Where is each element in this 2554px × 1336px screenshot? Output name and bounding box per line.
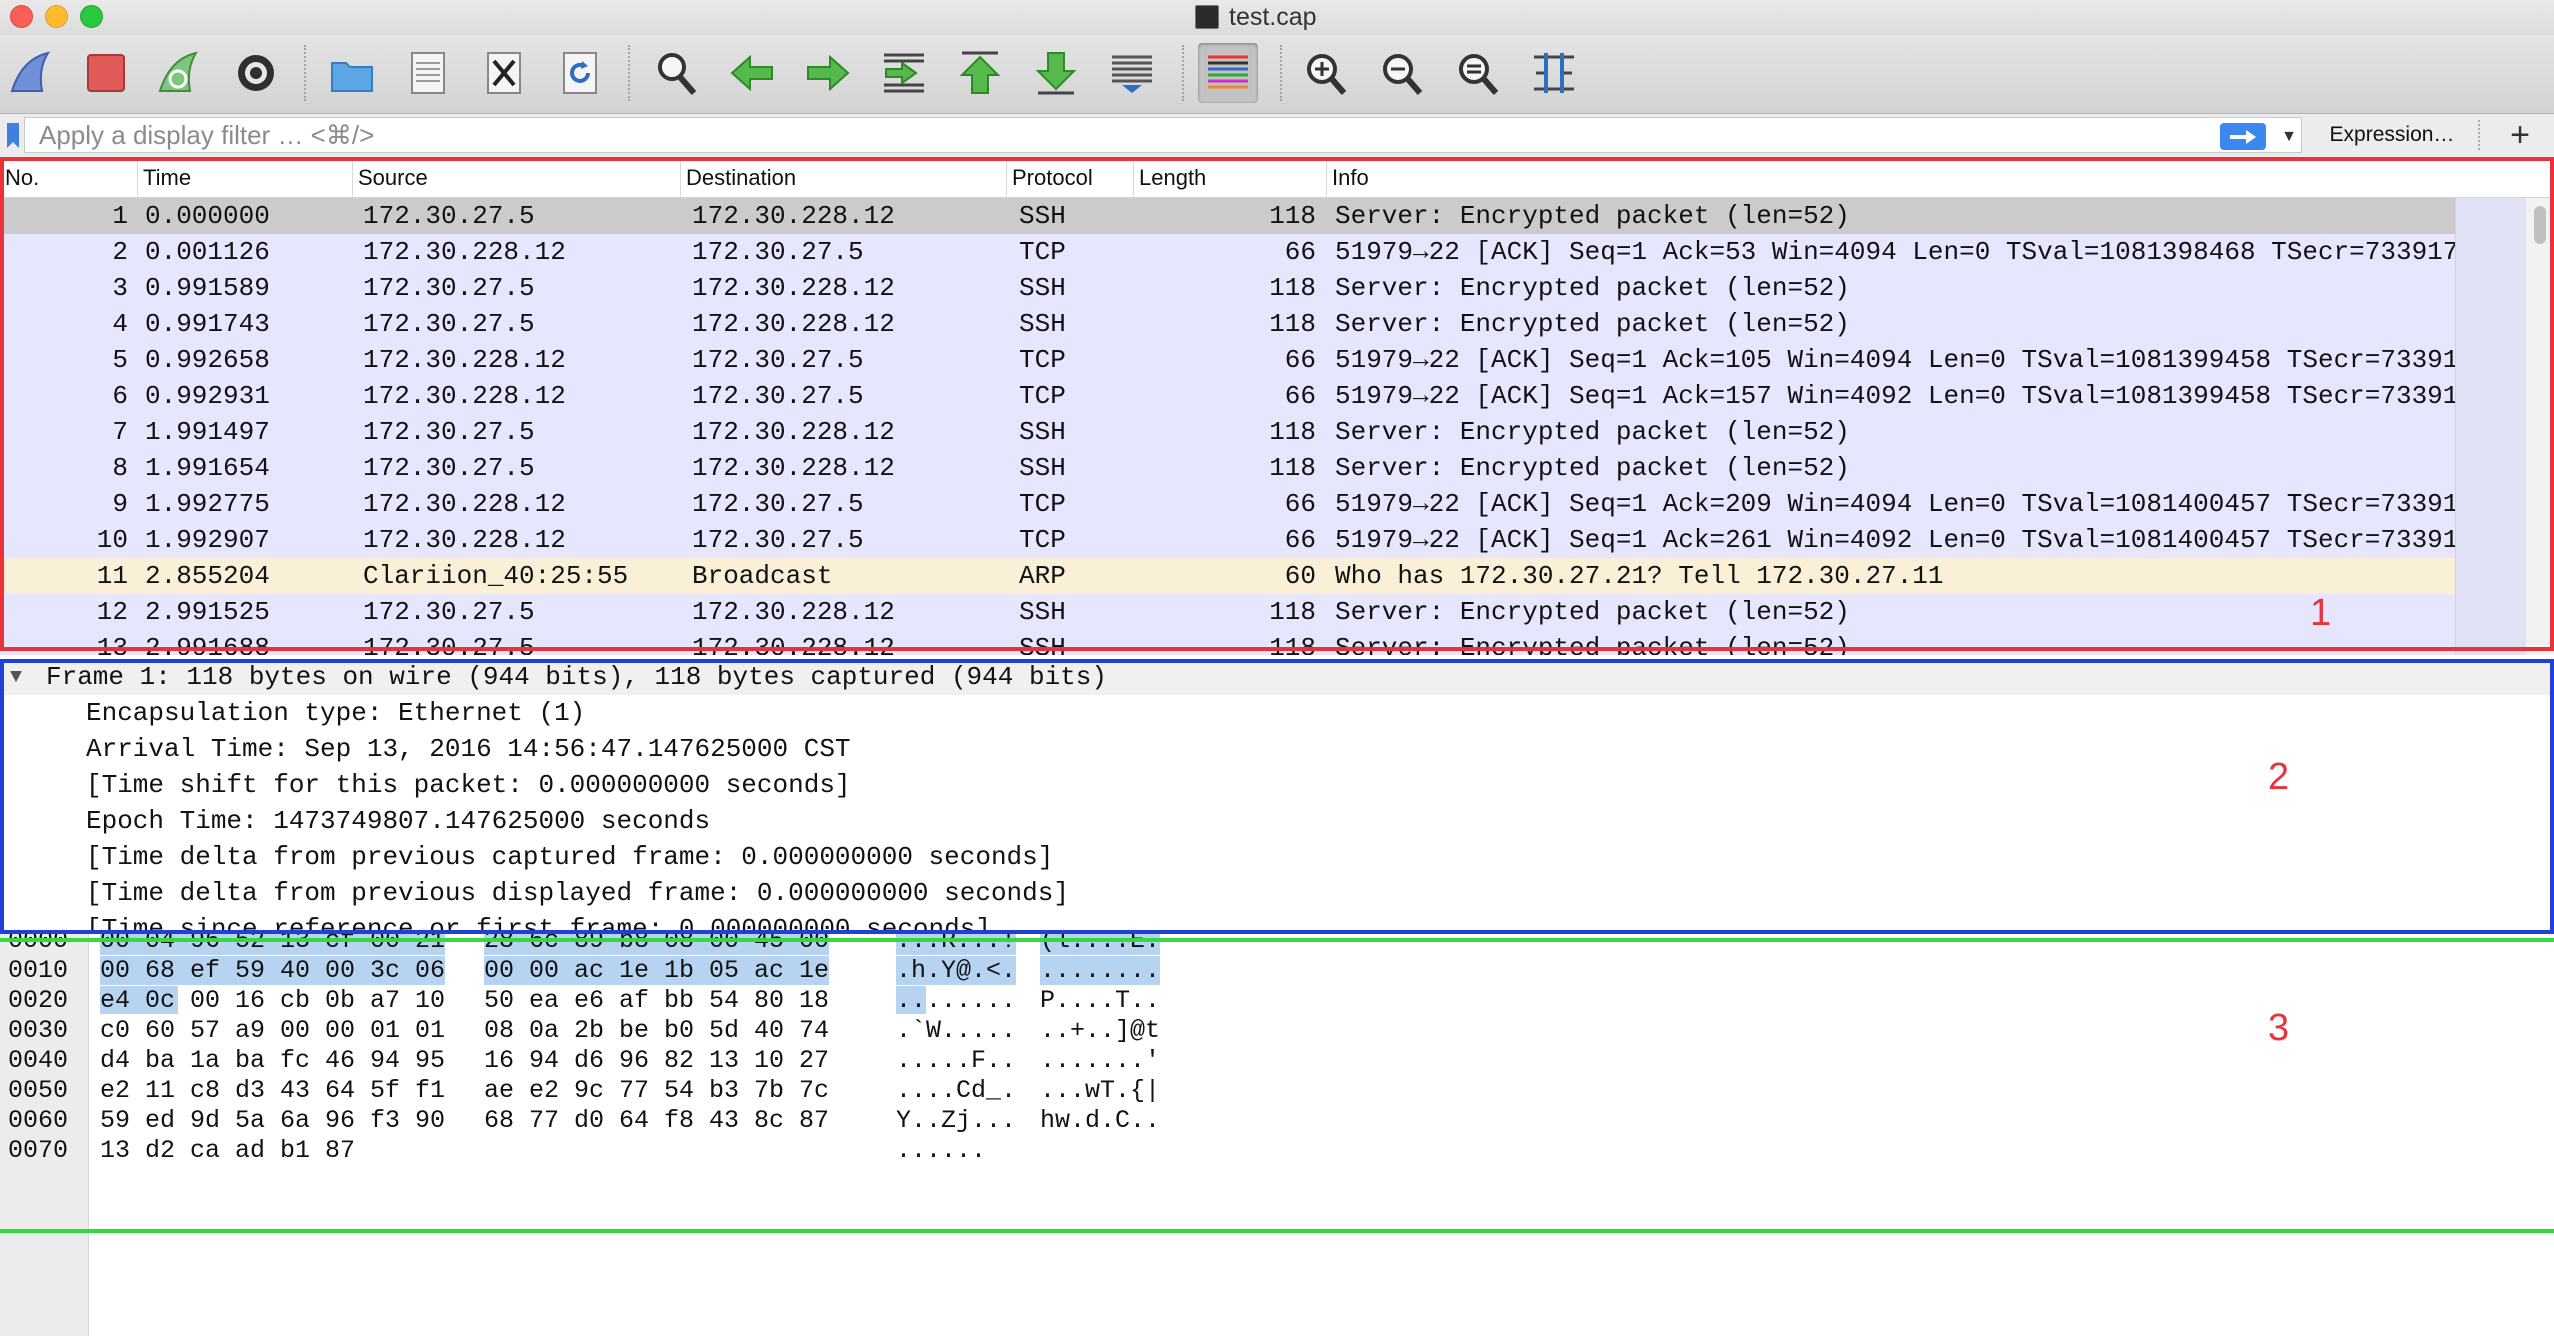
- apply-filter-button[interactable]: [2220, 123, 2266, 150]
- hex-bytes-right: 68 77 d0 64 f8 43 8c 87: [484, 1106, 830, 1135]
- hex-bytes-left: c0 60 57 a9 00 00 01 01: [100, 1016, 446, 1045]
- hex-bytes-left: d4 ba 1a ba fc 46 94 95: [100, 1046, 446, 1075]
- hex-bytes-right: 28 6c 89 b8 08 00 45 00: [484, 931, 830, 955]
- save-file-icon[interactable]: [404, 49, 452, 97]
- window-title: test.cap: [1229, 2, 1317, 31]
- ascii-left: ....Cd_.: [896, 1076, 1017, 1105]
- go-forward-icon[interactable]: [804, 49, 852, 97]
- annotation-label-2: 2: [2268, 756, 2290, 798]
- reload-file-icon[interactable]: [556, 49, 604, 97]
- restart-capture-icon[interactable]: [156, 49, 204, 97]
- filter-separator: [2478, 120, 2480, 150]
- window-minimize-button[interactable]: [45, 5, 68, 28]
- hex-bytes-left: 59 ed 9d 5a 6a 96 f3 90: [100, 1106, 446, 1135]
- zoom-out-icon[interactable]: [1378, 49, 1426, 97]
- display-filter-bar: ▼ Expression… +: [0, 114, 2554, 159]
- first-packet-icon[interactable]: [956, 49, 1004, 97]
- toolbar-separator: [628, 45, 630, 101]
- hex-bytes-right: 00 00 ac 1e 1b 05 ac 1e: [484, 956, 830, 985]
- hex-bytes-left: 00 68 ef 59 40 00 3c 06: [100, 956, 446, 985]
- annotation-box-packet-list: [0, 157, 2554, 651]
- ascii-left: ........: [896, 986, 1017, 1015]
- open-file-icon[interactable]: [328, 49, 376, 97]
- byte-line[interactable]: 0020 e4 0c 00 16 cb 0b a7 10 50 ea e6 af b…: [0, 984, 2554, 1015]
- display-filter-input[interactable]: [24, 117, 2302, 153]
- ascii-right: hw.d.C..: [1040, 1106, 1161, 1135]
- hex-bytes-left: 13 d2 ca ad b1 87: [100, 1136, 356, 1165]
- byte-offset: 0010: [8, 956, 69, 985]
- packet-bytes-pane: 0000 00 04 96 52 13 cf 00 21 28 6c 89 b8 0…: [0, 931, 2554, 1336]
- ascii-right: P....T..: [1040, 986, 1161, 1015]
- byte-line[interactable]: 0040 d4 ba 1a ba fc 46 94 95 16 94 d6 96 8…: [0, 1044, 2554, 1075]
- window-title-group: test.cap: [1195, 2, 1317, 32]
- close-file-icon[interactable]: [480, 49, 528, 97]
- byte-line[interactable]: 0030 c0 60 57 a9 00 00 01 01 08 0a 2b be b…: [0, 1014, 2554, 1045]
- ascii-right: ..+..]@t: [1040, 1016, 1161, 1045]
- go-to-packet-icon[interactable]: [880, 49, 928, 97]
- stop-capture-icon[interactable]: [82, 49, 130, 97]
- ascii-right: ........: [1040, 956, 1161, 985]
- byte-offset: 0020: [8, 986, 69, 1015]
- chevron-down-icon: ▼: [2281, 127, 2297, 145]
- ascii-right: ...wT.{|: [1040, 1076, 1161, 1105]
- ascii-left: .`W.....: [896, 1016, 1017, 1045]
- resize-columns-icon[interactable]: [1530, 49, 1578, 97]
- hex-bytes-right: 50 ea e6 af bb 54 80 18: [484, 986, 830, 1015]
- bookmark-icon[interactable]: [6, 122, 20, 149]
- byte-offset: 0030: [8, 1016, 69, 1045]
- expression-button[interactable]: Expression…: [2312, 117, 2472, 153]
- toolbar-separator: [1182, 45, 1184, 101]
- autoscroll-icon[interactable]: [1108, 49, 1156, 97]
- window-zoom-button[interactable]: [80, 5, 103, 28]
- colorize-icon[interactable]: [1198, 43, 1258, 103]
- normal-size-icon[interactable]: [1454, 49, 1502, 97]
- ascii-left: ......: [896, 1136, 987, 1165]
- go-back-icon[interactable]: [728, 49, 776, 97]
- ascii-right: (l....E.: [1040, 931, 1161, 955]
- document-icon: [1195, 5, 1219, 29]
- hex-bytes-left: e4 0c 00 16 cb 0b a7 10: [100, 986, 446, 1015]
- last-packet-icon[interactable]: [1032, 49, 1080, 97]
- find-packet-icon[interactable]: [652, 49, 700, 97]
- byte-line[interactable]: 0010 00 68 ef 59 40 00 3c 06 00 00 ac 1e 1…: [0, 954, 2554, 985]
- title-bar: test.cap: [0, 0, 2554, 35]
- annotation-line-bytes-top: [0, 938, 2554, 942]
- hex-bytes-left: e2 11 c8 d3 43 64 5f f1: [100, 1076, 446, 1105]
- arrow-right-icon: [2230, 129, 2256, 144]
- hex-bytes-left: 00 04 96 52 13 cf 00 21: [100, 931, 446, 955]
- byte-line[interactable]: 0000 00 04 96 52 13 cf 00 21 28 6c 89 b8 0…: [0, 931, 2554, 955]
- byte-line[interactable]: 0070 13 d2 ca ad b1 87......: [0, 1134, 2554, 1165]
- main-toolbar: [0, 35, 2554, 114]
- ascii-left: .....F..: [896, 1046, 1017, 1075]
- byte-offset: 0060: [8, 1106, 69, 1135]
- ascii-left: Y..Zj...: [896, 1106, 1017, 1135]
- hex-bytes-right: ae e2 9c 77 54 b3 7b 7c: [484, 1076, 830, 1105]
- annotation-line-bytes-bottom: [0, 1229, 2554, 1233]
- zoom-in-icon[interactable]: [1302, 49, 1350, 97]
- byte-offset: 0070: [8, 1136, 69, 1165]
- ascii-right: .......': [1040, 1046, 1161, 1075]
- ascii-left: .h.Y@.<.: [896, 956, 1017, 985]
- capture-options-icon[interactable]: [232, 49, 280, 97]
- byte-line[interactable]: 0060 59 ed 9d 5a 6a 96 f3 90 68 77 d0 64 f…: [0, 1104, 2554, 1135]
- byte-offset: 0040: [8, 1046, 69, 1075]
- annotation-box-packet-details: [0, 659, 2554, 934]
- filter-history-dropdown[interactable]: ▼: [2278, 123, 2300, 150]
- byte-offset: 0000: [8, 931, 69, 955]
- byte-line[interactable]: 0050 e2 11 c8 d3 43 64 5f f1 ae e2 9c 77 5…: [0, 1074, 2554, 1105]
- annotation-label-1: 1: [2310, 592, 2332, 634]
- add-filter-button[interactable]: +: [2500, 116, 2540, 154]
- hex-bytes-right: 16 94 d6 96 82 13 10 27: [484, 1046, 830, 1075]
- window-close-button[interactable]: [10, 5, 33, 28]
- toolbar-separator: [304, 45, 306, 101]
- ascii-left: ...R...!: [896, 931, 1017, 955]
- shark-fin-start-icon[interactable]: [8, 49, 56, 97]
- hex-bytes-right: 08 0a 2b be b0 5d 40 74: [484, 1016, 830, 1045]
- byte-offset: 0050: [8, 1076, 69, 1105]
- toolbar-separator: [1280, 45, 1282, 101]
